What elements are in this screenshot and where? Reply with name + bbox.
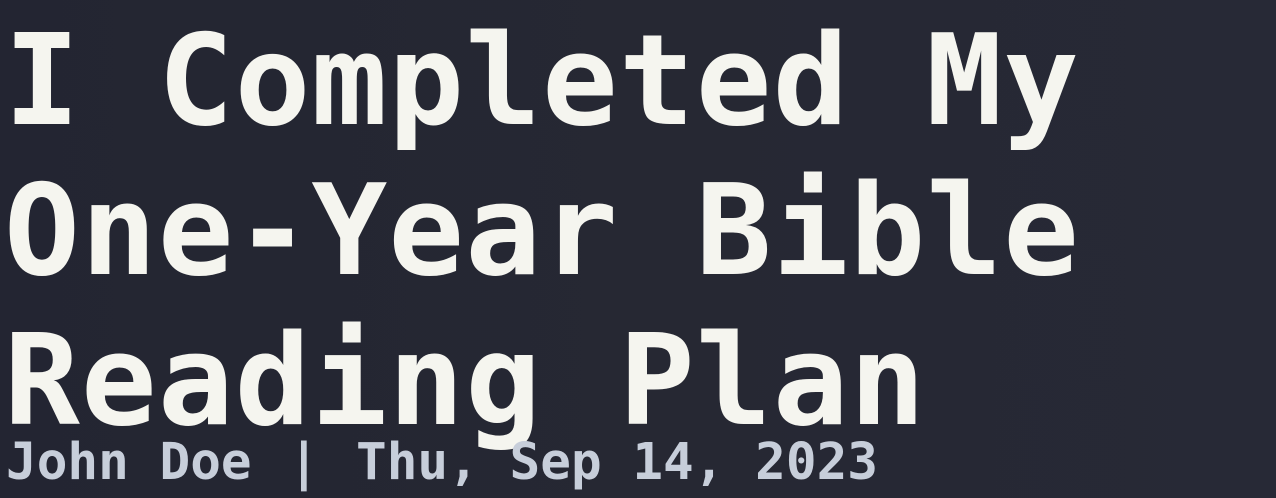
post-date: Thu, Sep 14, 2023 (356, 433, 878, 492)
meta-separator: | (288, 433, 320, 492)
post-header: I Completed My One-Year Bible Reading Pl… (0, 0, 1276, 498)
title-line-2: One-Year Bible (4, 157, 1081, 304)
post-meta: John Doe | Thu, Sep 14, 2023 (6, 432, 878, 494)
author-name: John Doe (6, 433, 252, 492)
title-line-1: I Completed My (4, 7, 1081, 154)
page-title: I Completed My One-Year Bible Reading Pl… (4, 6, 1080, 456)
